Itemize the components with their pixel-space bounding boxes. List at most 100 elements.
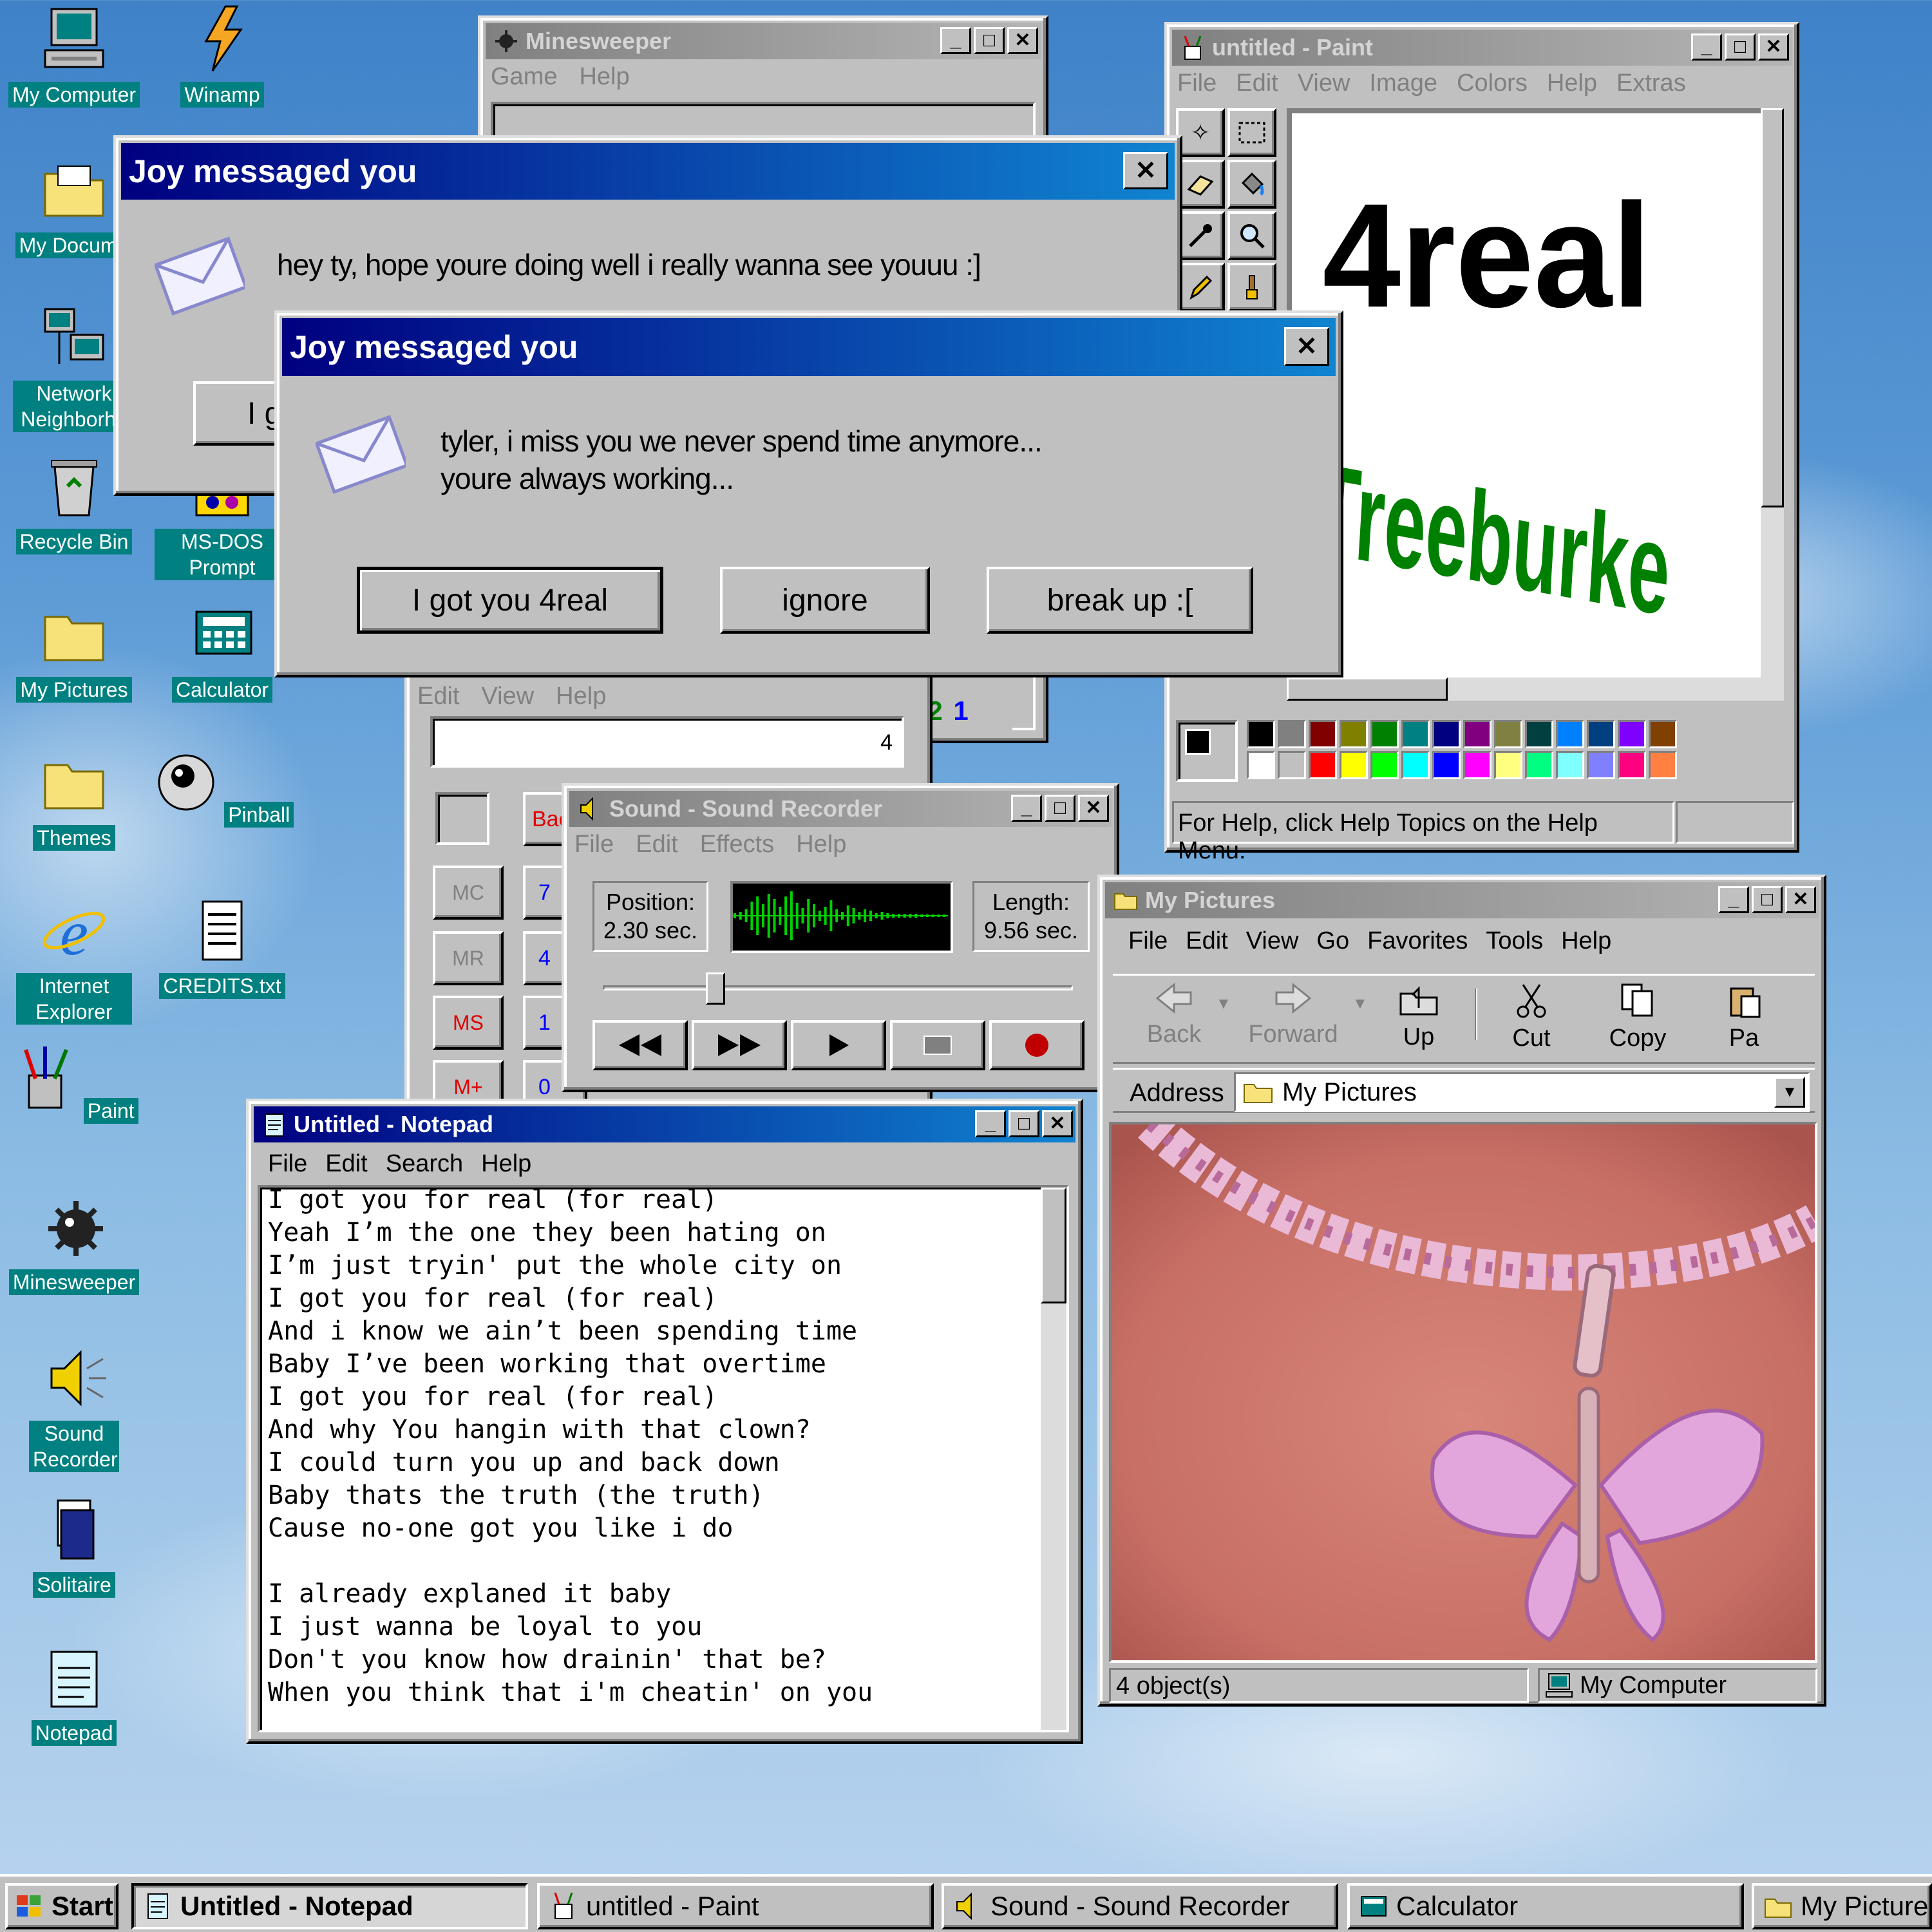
minimize-button[interactable]: _ bbox=[1718, 886, 1749, 913]
desktop-icon-internet-explorer[interactable]: e Internet Explorer bbox=[0, 895, 148, 1025]
taskbar-item-sound-recorder[interactable]: Sound - Sound Recorder bbox=[942, 1883, 1338, 1929]
close-button[interactable]: ✕ bbox=[1785, 886, 1816, 913]
fill-tool[interactable] bbox=[1227, 160, 1276, 209]
desktop-icon-minesweeper[interactable]: Minesweeper bbox=[0, 1191, 148, 1295]
palette-swatch[interactable] bbox=[1463, 720, 1492, 748]
desktop-icon-solitaire[interactable]: Solitaire bbox=[0, 1494, 148, 1598]
sound-recorder-window[interactable]: Sound - Sound Recorder _ □ ✕ File Edit E… bbox=[562, 783, 1119, 1092]
menu-help[interactable]: Help bbox=[796, 831, 846, 858]
palette-swatch[interactable] bbox=[1494, 751, 1522, 779]
close-button[interactable]: ✕ bbox=[1078, 795, 1109, 822]
message-dialog-2[interactable]: Joy messaged you ✕ tyler, i miss you we … bbox=[274, 310, 1343, 677]
color-picker-tool[interactable] bbox=[1176, 211, 1225, 260]
slider-thumb[interactable] bbox=[706, 972, 726, 1005]
cut-button[interactable]: Cut bbox=[1499, 982, 1564, 1052]
palette-swatch[interactable] bbox=[1618, 751, 1646, 779]
dialog-close-button[interactable]: ✕ bbox=[1123, 152, 1168, 189]
notepad-titlebar[interactable]: Untitled - Notepad bbox=[254, 1106, 1075, 1142]
current-colors[interactable] bbox=[1176, 720, 1238, 782]
scroll-thumb[interactable] bbox=[1761, 108, 1784, 507]
menu-help[interactable]: Help bbox=[556, 683, 606, 710]
menu-image[interactable]: Image bbox=[1369, 70, 1437, 97]
scroll-thumb[interactable] bbox=[1041, 1188, 1066, 1303]
menu-favorites[interactable]: Favorites bbox=[1367, 927, 1468, 955]
menu-edit[interactable]: Edit bbox=[325, 1150, 367, 1178]
my-pictures-titlebar[interactable]: My Pictures bbox=[1105, 882, 1819, 918]
pencil-tool[interactable] bbox=[1176, 263, 1225, 312]
maximize-button[interactable]: □ bbox=[1725, 33, 1756, 61]
desktop-icon-credits[interactable]: CREDITS.txt bbox=[148, 895, 296, 999]
menu-tools[interactable]: Tools bbox=[1486, 927, 1543, 955]
menu-help[interactable]: Help bbox=[1561, 927, 1611, 955]
free-select-tool[interactable]: ✧ bbox=[1176, 108, 1225, 157]
desktop-icon-my-computer[interactable]: My Computer bbox=[0, 4, 148, 108]
ignore-button[interactable]: ignore bbox=[720, 567, 930, 634]
back-dropdown[interactable]: ▼ bbox=[1216, 995, 1231, 1013]
menu-go[interactable]: Go bbox=[1316, 927, 1349, 955]
calc-ms-button[interactable]: MS bbox=[433, 996, 504, 1050]
menu-view[interactable]: View bbox=[481, 683, 534, 710]
menu-help[interactable]: Help bbox=[1547, 70, 1597, 97]
palette-swatch[interactable] bbox=[1525, 751, 1553, 779]
palette-swatch[interactable] bbox=[1309, 751, 1337, 779]
notepad-window[interactable]: Untitled - Notepad _ □ ✕ File Edit Searc… bbox=[246, 1099, 1083, 1744]
palette-swatch[interactable] bbox=[1649, 720, 1677, 748]
scroll-thumb[interactable] bbox=[1287, 677, 1448, 701]
menu-colors[interactable]: Colors bbox=[1457, 70, 1528, 97]
palette-swatch[interactable] bbox=[1370, 751, 1399, 779]
menu-file[interactable]: File bbox=[268, 1150, 307, 1178]
palette-swatch[interactable] bbox=[1432, 751, 1461, 779]
palette-swatch[interactable] bbox=[1494, 720, 1522, 748]
menu-extras[interactable]: Extras bbox=[1616, 70, 1686, 97]
notepad-text-area[interactable]: I got you for real (for real) Yeah I’m th… bbox=[258, 1185, 1069, 1732]
desktop-icon-themes[interactable]: Themes bbox=[0, 747, 148, 851]
palette-swatch[interactable] bbox=[1618, 720, 1646, 748]
copy-button[interactable]: Copy bbox=[1602, 982, 1673, 1052]
palette-swatch[interactable] bbox=[1340, 751, 1368, 779]
calc-mc-button[interactable]: MC bbox=[433, 866, 504, 920]
desktop-icon-winamp[interactable]: Winamp bbox=[148, 4, 296, 108]
position-slider[interactable] bbox=[603, 972, 1073, 1005]
fast-forward-button[interactable] bbox=[692, 1020, 787, 1070]
magnifier-tool[interactable] bbox=[1227, 211, 1276, 260]
palette-swatch[interactable] bbox=[1556, 720, 1584, 748]
canvas-horizontal-scrollbar[interactable] bbox=[1287, 677, 1784, 701]
taskbar-item-paint[interactable]: untitled - Paint bbox=[537, 1883, 934, 1929]
palette-swatch[interactable] bbox=[1587, 720, 1615, 748]
address-dropdown-button[interactable]: ▼ bbox=[1774, 1077, 1805, 1108]
minimize-button[interactable]: _ bbox=[1011, 795, 1042, 822]
address-field[interactable]: My Pictures ▼ bbox=[1234, 1072, 1810, 1112]
rewind-button[interactable] bbox=[592, 1020, 688, 1070]
dialog-titlebar[interactable]: Joy messaged you bbox=[121, 143, 1175, 200]
maximize-button[interactable]: □ bbox=[1752, 886, 1783, 913]
close-button[interactable]: ✕ bbox=[1007, 27, 1038, 54]
palette-swatch[interactable] bbox=[1587, 751, 1615, 779]
brush-tool[interactable] bbox=[1227, 263, 1276, 312]
calc-mr-button[interactable]: MR bbox=[433, 931, 504, 985]
dialog-close-button[interactable]: ✕ bbox=[1284, 327, 1329, 366]
palette-swatch[interactable] bbox=[1247, 720, 1275, 748]
palette-swatch[interactable] bbox=[1401, 751, 1430, 779]
up-button[interactable]: Up bbox=[1383, 982, 1454, 1051]
dialog-titlebar[interactable]: Joy messaged you bbox=[282, 318, 1336, 376]
taskbar-item-notepad[interactable]: Untitled - Notepad bbox=[131, 1883, 528, 1929]
palette-swatch[interactable] bbox=[1556, 751, 1584, 779]
palette-swatch[interactable] bbox=[1309, 720, 1337, 748]
menu-file[interactable]: File bbox=[1128, 927, 1168, 955]
menu-edit[interactable]: Edit bbox=[636, 831, 677, 858]
paint-canvas[interactable]: 4real Treeburke bbox=[1292, 113, 1768, 680]
palette-grid[interactable] bbox=[1247, 720, 1677, 782]
desktop-icon-paint[interactable]: Paint bbox=[0, 1043, 148, 1124]
palette-swatch[interactable] bbox=[1649, 751, 1677, 779]
start-button[interactable]: Start bbox=[5, 1883, 118, 1929]
paste-button[interactable]: Pa bbox=[1705, 982, 1783, 1052]
record-button[interactable] bbox=[989, 1020, 1084, 1070]
minimize-button[interactable]: _ bbox=[940, 27, 971, 54]
menu-search[interactable]: Search bbox=[386, 1150, 463, 1178]
menu-file[interactable]: File bbox=[1177, 70, 1217, 97]
palette-swatch[interactable] bbox=[1278, 751, 1306, 779]
close-button[interactable]: ✕ bbox=[1042, 1110, 1073, 1137]
desktop-icon-notepad[interactable]: Notepad bbox=[0, 1642, 148, 1746]
back-button[interactable]: Back bbox=[1139, 982, 1209, 1048]
menu-view[interactable]: View bbox=[1246, 927, 1299, 955]
